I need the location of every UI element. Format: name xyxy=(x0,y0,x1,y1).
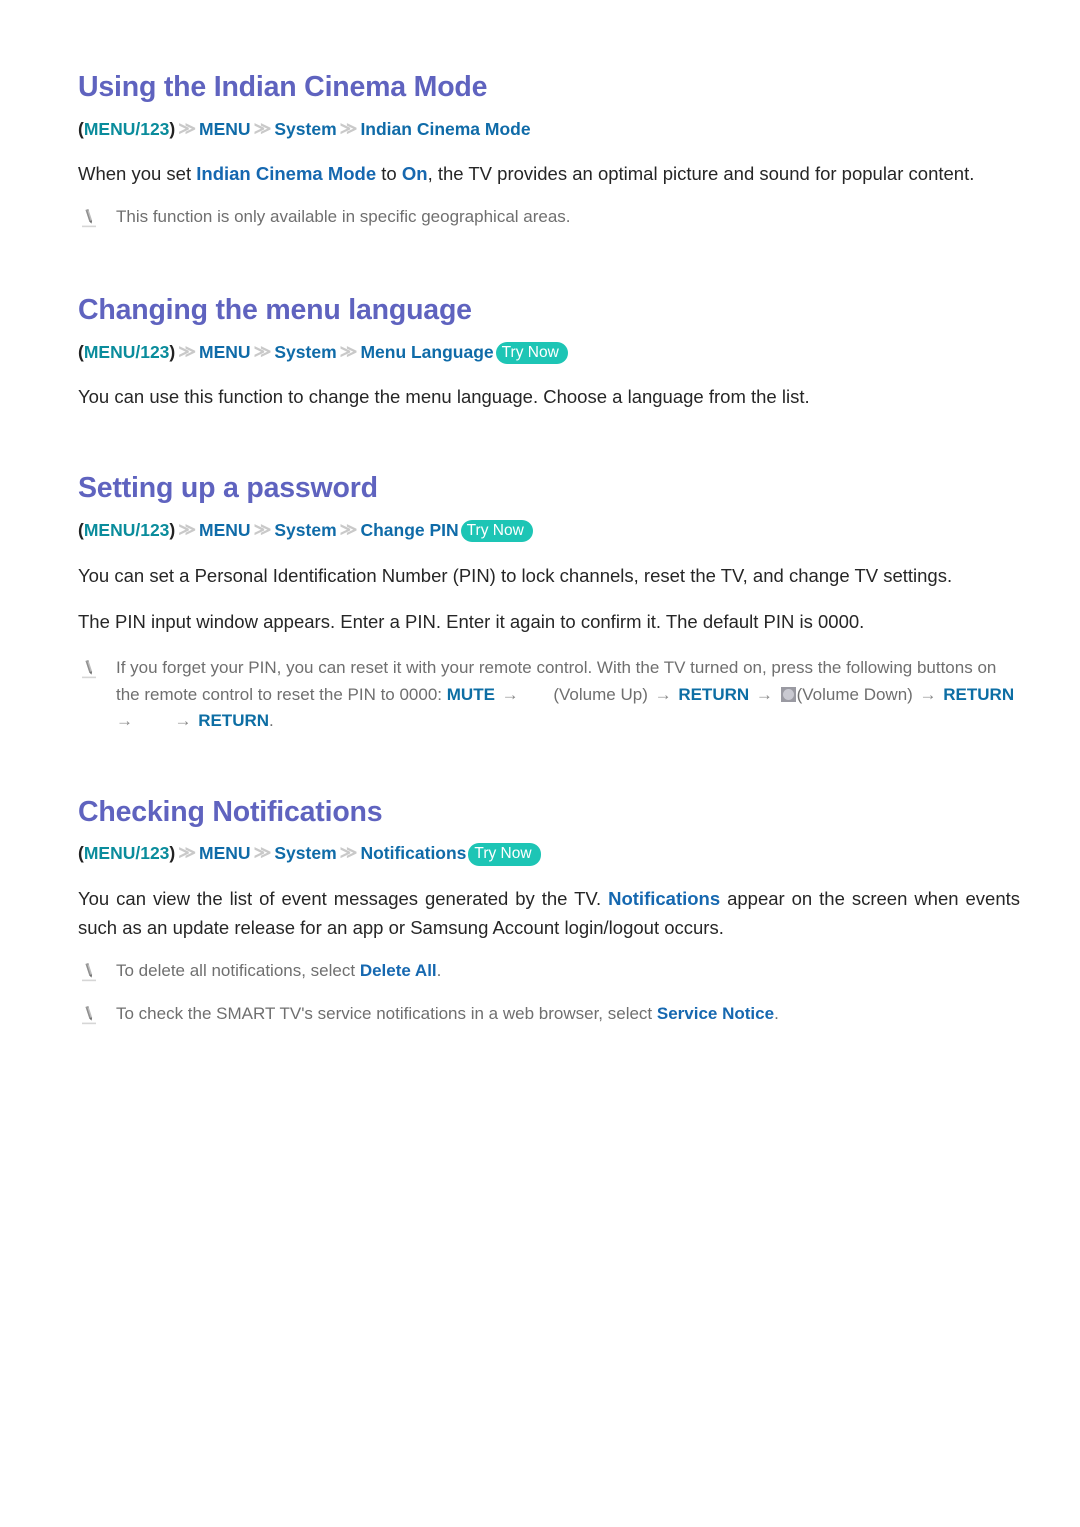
breadcrumb-item-1[interactable]: MENU xyxy=(199,520,251,540)
note-text: To delete all notifications, select Dele… xyxy=(116,958,1020,985)
pencil-note-icon xyxy=(78,207,100,229)
try-now-badge[interactable]: Try Now xyxy=(468,843,541,866)
inline-link[interactable]: Indian Cinema Mode xyxy=(196,163,376,184)
paragraph: When you set Indian Cinema Mode to On, t… xyxy=(78,159,1020,188)
breadcrumb: (MENU/123) ≫ MENU ≫ System ≫ Notifications Try … xyxy=(78,841,1020,867)
breadcrumb-root-menu123[interactable]: MENU/123 xyxy=(84,843,170,863)
section-setting-password: Setting up a password (MENU/123) ≫ MENU ≫ Sys… xyxy=(78,471,1020,734)
section-heading: Changing the menu language xyxy=(78,294,472,326)
breadcrumb-separator-icon: ≫ xyxy=(253,118,272,138)
section-indian-cinema-mode: Using the Indian Cinema Mode (MENU/123) ≫ M… xyxy=(78,70,1020,231)
section-heading: Checking Notifications xyxy=(78,795,383,828)
note-item: This function is only available in speci… xyxy=(78,204,1020,231)
text-run: You can set a Personal Identification Nu… xyxy=(78,564,953,586)
breadcrumb-root-menu123[interactable]: MENU/123 xyxy=(84,520,170,540)
text-run: , the TV provides an optimal picture and… xyxy=(427,163,975,185)
text-run: (Volume Down) xyxy=(796,684,913,704)
breadcrumb-item-3[interactable]: Notifications xyxy=(360,843,466,863)
section-checking-notifications: Checking Notifications (MENU/123) ≫ MENU ≫ Sy… xyxy=(78,795,1020,1028)
note-item: To delete all notifications, select Dele… xyxy=(78,958,1020,985)
note-text: To check the SMART TV's service notifica… xyxy=(116,1001,1020,1028)
breadcrumb-item-3[interactable]: Change PIN xyxy=(360,520,458,540)
breadcrumb-root-menu123[interactable]: MENU/123 xyxy=(84,119,170,139)
text-run: You can use this function to change the … xyxy=(78,386,810,408)
text-run: You can view the list of event messages … xyxy=(78,888,609,909)
inline-link[interactable]: Service Notice xyxy=(657,1004,774,1023)
arrow-icon: → xyxy=(914,684,942,704)
breadcrumb: (MENU/123) ≫ MENU ≫ System ≫ Indian Cinema Mod… xyxy=(78,117,1020,143)
breadcrumb-separator-icon: ≫ xyxy=(339,520,358,540)
breadcrumb-item-2[interactable]: System xyxy=(274,843,336,863)
breadcrumb-root-menu123[interactable]: MENU/123 xyxy=(84,342,170,362)
breadcrumb-item-2[interactable]: System xyxy=(274,342,336,362)
breadcrumb-item-1[interactable]: MENU xyxy=(199,342,251,362)
breadcrumb-separator-icon: ≫ xyxy=(253,843,272,863)
arrow-icon: → xyxy=(649,684,677,704)
paragraph: You can set a Personal Identification Nu… xyxy=(78,561,1020,590)
breadcrumb: (MENU/123) ≫ MENU ≫ System ≫ Change PIN Try Now xyxy=(78,518,1020,544)
try-now-badge[interactable]: Try Now xyxy=(495,341,568,364)
paragraph: You can view the list of event messages … xyxy=(78,884,1020,942)
pencil-note-icon xyxy=(78,961,100,983)
text-run: . xyxy=(774,1003,779,1023)
paragraph: The PIN input window appears. Enter a PI… xyxy=(78,607,1020,636)
section-menu-language: Changing the menu language (MENU/123) ≫ MEN… xyxy=(78,293,1020,411)
pencil-note-icon xyxy=(78,658,100,680)
breadcrumb-separator-icon: ≫ xyxy=(339,118,358,138)
note-item: If you forget your PIN, you can reset it… xyxy=(78,655,1020,735)
breadcrumb-separator-icon: ≫ xyxy=(339,843,358,863)
arrow-icon: → xyxy=(496,684,524,704)
text-run: The PIN input window appears. Enter a PI… xyxy=(78,610,865,632)
inline-link[interactable]: Notifications xyxy=(608,888,720,909)
remote-key-label: RETURN xyxy=(678,684,750,704)
note-text: This function is only available in speci… xyxy=(116,204,1020,231)
section-heading: Using the Indian Cinema Mode xyxy=(78,71,488,103)
pencil-note-icon xyxy=(78,1004,100,1026)
section-heading: Setting up a password xyxy=(78,472,378,505)
remote-key-label: RETURN xyxy=(943,684,1015,704)
breadcrumb-separator-icon: ≫ xyxy=(178,520,197,540)
breadcrumb-item-3[interactable]: Indian Cinema Mode xyxy=(360,119,530,139)
breadcrumb-item-2[interactable]: System xyxy=(274,520,336,540)
remote-key-label: RETURN xyxy=(198,711,270,731)
breadcrumb-item-1[interactable]: MENU xyxy=(199,843,251,863)
note-item: To check the SMART TV's service notifica… xyxy=(78,1001,1020,1028)
manual-page: Using the Indian Cinema Mode (MENU/123) ≫ M… xyxy=(0,0,1080,1527)
paragraph: You can use this function to change the … xyxy=(78,382,1020,411)
text-run: to xyxy=(376,163,402,185)
breadcrumb-separator-icon: ≫ xyxy=(253,520,272,540)
breadcrumb-separator-icon: ≫ xyxy=(178,118,197,138)
inline-link[interactable]: On xyxy=(402,163,428,184)
inline-link[interactable]: Delete All xyxy=(360,961,437,980)
breadcrumb-separator-icon: ≫ xyxy=(253,341,272,361)
breadcrumb: (MENU/123) ≫ MENU ≫ System ≫ Menu Language Try … xyxy=(78,340,1020,366)
text-run: . xyxy=(269,711,274,731)
breadcrumb-item-2[interactable]: System xyxy=(274,119,336,139)
breadcrumb-item-3[interactable]: Menu Language xyxy=(360,342,493,362)
text-run: This function is only available in speci… xyxy=(116,207,571,227)
try-now-badge[interactable]: Try Now xyxy=(460,520,533,543)
note-text: If you forget your PIN, you can reset it… xyxy=(116,655,1020,735)
text-run: When you set xyxy=(78,163,197,185)
arrow-icon: → xyxy=(751,684,778,704)
breadcrumb-separator-icon: ≫ xyxy=(339,341,358,361)
arrow-icon: → xyxy=(169,711,197,731)
sections-container: Using the Indian Cinema Mode (MENU/123) ≫ M… xyxy=(78,70,1020,1027)
breadcrumb-separator-icon: ≫ xyxy=(178,843,197,863)
text-run: To delete all notifications, select xyxy=(116,961,360,981)
breadcrumb-separator-icon: ≫ xyxy=(178,341,197,361)
remote-key-label: MUTE xyxy=(446,684,495,704)
text-run: To check the SMART TV's service notifica… xyxy=(116,1003,657,1023)
text-run: . xyxy=(436,961,442,981)
remote-button-icon xyxy=(780,686,796,702)
breadcrumb-item-1[interactable]: MENU xyxy=(199,119,251,139)
text-run: (Volume Up) xyxy=(553,684,648,704)
